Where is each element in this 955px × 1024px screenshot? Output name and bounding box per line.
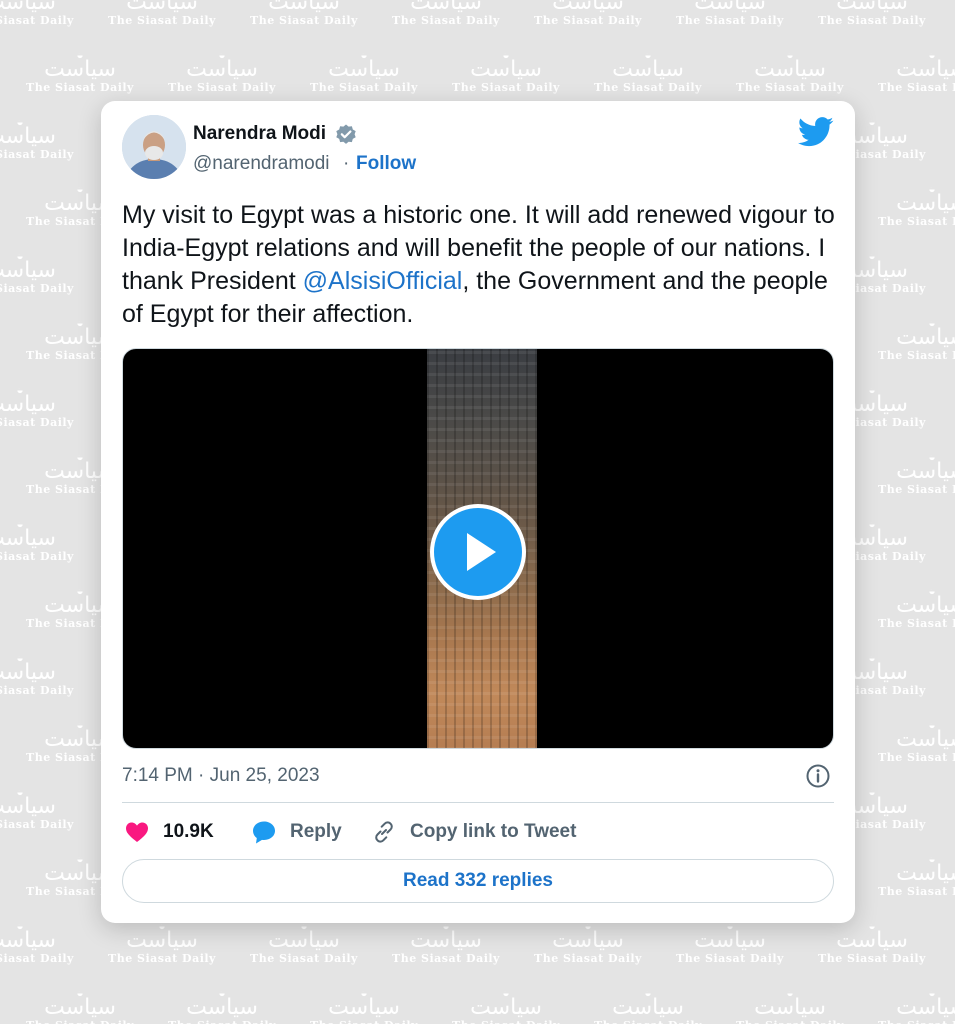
watermark-logo: ◒سیاستThe Siasat Daily [392, 0, 500, 27]
watermark-logo: ◒سیاستThe Siasat Daily [0, 383, 74, 429]
tweet-actions: 10.9K Reply Copy link to Tweet [122, 817, 834, 847]
watermark-logo: ◒سیاستThe Siasat Daily [818, 0, 926, 27]
copy-link-button[interactable]: Copy link to Tweet [371, 817, 576, 847]
watermark-logo: ◒سیاستThe Siasat Daily [0, 0, 74, 27]
like-count: 10.9K [163, 821, 214, 842]
watermark-logo: ◒سیاستThe Siasat Daily [0, 651, 74, 697]
play-button[interactable] [430, 504, 526, 600]
verified-badge-icon [336, 124, 356, 144]
watermark-logo: ◒سیاستThe Siasat Daily [736, 986, 843, 1024]
tweet-text: My visit to Egypt was a historic one. It… [122, 199, 837, 331]
reply-button[interactable]: Reply [251, 817, 342, 847]
watermark-logo: ◒سیاستThe Siasat Daily [0, 919, 74, 965]
handle-separator: · [343, 153, 350, 174]
reply-label: Reply [290, 821, 342, 842]
heart-icon [126, 822, 148, 842]
author-name[interactable]: Narendra Modi [193, 123, 326, 145]
follow-button[interactable]: Follow [356, 153, 416, 175]
watermark-logo: ◒سیاستThe Siasat Daily [878, 584, 955, 630]
like-button[interactable]: 10.9K [124, 817, 214, 847]
watermark-logo: ◒سیاستThe Siasat Daily [452, 986, 559, 1024]
mention-link[interactable]: @AlsisiOfficial [303, 267, 463, 295]
watermark-logo: ◒سیاستThe Siasat Daily [878, 48, 955, 94]
play-icon [467, 533, 496, 571]
watermark-logo: ◒سیاستThe Siasat Daily [676, 919, 784, 965]
watermark-logo: ◒سیاستThe Siasat Daily [878, 450, 955, 496]
watermark-logo: ◒سیاستThe Siasat Daily [392, 919, 500, 965]
watermark-logo: ◒سیاستThe Siasat Daily [594, 986, 701, 1024]
watermark-logo: ◒سیاستThe Siasat Daily [108, 0, 216, 27]
info-icon[interactable] [804, 762, 832, 790]
reply-bubble-icon [253, 821, 275, 844]
watermark-logo: ◒سیاستThe Siasat Daily [250, 919, 358, 965]
watermark-logo: ◒سیاستThe Siasat Daily [736, 48, 844, 94]
watermark-logo: ◒سیاستThe Siasat Daily [534, 919, 642, 965]
watermark-logo: ◒سیاستThe Siasat Daily [26, 48, 134, 94]
copy-link-label: Copy link to Tweet [410, 821, 577, 842]
watermark-logo: ◒سیاستThe Siasat Daily [310, 48, 418, 94]
watermark-logo: ◒سیاستThe Siasat Daily [168, 48, 276, 94]
watermark-logo: ◒سیاستThe Siasat Daily [878, 986, 955, 1024]
watermark-logo: ◒سیاستThe Siasat Daily [594, 48, 702, 94]
watermark-logo: ◒سیاستThe Siasat Daily [0, 249, 74, 295]
link-icon [375, 821, 393, 843]
video-player[interactable] [122, 348, 834, 749]
twitter-bird-icon[interactable] [798, 117, 834, 147]
profile-photo-icon [122, 115, 186, 179]
watermark-logo: ◒سیاستThe Siasat Daily [0, 785, 74, 831]
watermark-logo: ◒سیاستThe Siasat Daily [676, 0, 784, 27]
tweet-timestamp[interactable]: 7:14 PM · Jun 25, 2023 [122, 765, 320, 787]
watermark-logo: ◒سیاستThe Siasat Daily [878, 182, 955, 228]
watermark-logo: ◒سیاستThe Siasat Daily [26, 986, 133, 1024]
watermark-logo: ◒سیاستThe Siasat Daily [878, 718, 955, 764]
avatar[interactable] [122, 115, 186, 179]
watermark-logo: ◒سیاستThe Siasat Daily [534, 0, 642, 27]
watermark-logo: ◒سیاستThe Siasat Daily [818, 919, 926, 965]
watermark-logo: ◒سیاستThe Siasat Daily [0, 115, 74, 161]
watermark-logo: ◒سیاستThe Siasat Daily [108, 919, 216, 965]
watermark-logo: ◒سیاستThe Siasat Daily [452, 48, 560, 94]
read-replies-button[interactable]: Read 332 replies [122, 859, 834, 903]
divider [122, 802, 834, 803]
watermark-logo: ◒سیاستThe Siasat Daily [310, 986, 417, 1024]
watermark-logo: ◒سیاستThe Siasat Daily [168, 986, 275, 1024]
watermark-logo: ◒سیاستThe Siasat Daily [0, 517, 74, 563]
watermark-logo: ◒سیاستThe Siasat Daily [250, 0, 358, 27]
watermark-logo: ◒سیاستThe Siasat Daily [878, 316, 955, 362]
tweet-card: Narendra Modi @narendramodi · Follow My … [101, 101, 855, 923]
author-handle[interactable]: @narendramodi [193, 153, 330, 175]
watermark-logo: ◒سیاستThe Siasat Daily [878, 852, 955, 898]
